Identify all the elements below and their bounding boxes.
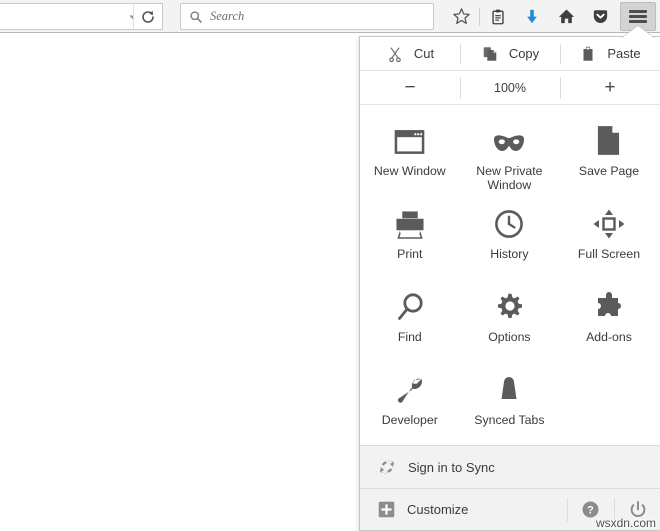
cut-label: Cut bbox=[413, 46, 435, 61]
find-button[interactable]: Find bbox=[360, 276, 460, 359]
pocket-button[interactable] bbox=[583, 2, 617, 32]
fullscreen-arrows-icon bbox=[593, 205, 625, 239]
new-private-window-button[interactable]: New Private Window bbox=[460, 110, 560, 193]
copy-button[interactable]: Copy bbox=[460, 37, 560, 71]
new-window-button[interactable]: New Window bbox=[360, 110, 460, 193]
hamburger-icon bbox=[629, 10, 647, 13]
reload-button[interactable] bbox=[133, 3, 163, 30]
reload-icon bbox=[142, 10, 154, 23]
customize-label: Customize bbox=[407, 502, 469, 517]
full-screen-button[interactable]: Full Screen bbox=[559, 193, 659, 276]
sign-in-to-sync-label: Sign in to Sync bbox=[408, 459, 495, 475]
scissors-icon bbox=[389, 46, 401, 62]
panel-pointer bbox=[622, 26, 654, 38]
zoom-in-label: + bbox=[604, 77, 616, 98]
add-ons-button[interactable]: Add-ons bbox=[559, 276, 659, 359]
sign-in-to-sync-row[interactable]: Sign in to Sync bbox=[360, 445, 660, 488]
search-icon bbox=[190, 10, 202, 23]
address-bar[interactable] bbox=[0, 3, 146, 30]
hamburger-icon-bar bbox=[629, 20, 647, 23]
search-bar[interactable]: Search bbox=[180, 3, 434, 30]
zoom-out-label: − bbox=[404, 77, 416, 98]
customize-button[interactable]: Customize bbox=[378, 501, 468, 518]
magnifier-icon bbox=[396, 288, 424, 322]
save-page-button[interactable]: Save Page bbox=[559, 110, 659, 193]
gear-icon bbox=[494, 288, 524, 322]
copy-icon bbox=[483, 46, 497, 61]
reading-list-button[interactable] bbox=[481, 2, 515, 32]
zoom-reset-button[interactable]: 100% bbox=[460, 71, 560, 105]
options-button[interactable]: Options bbox=[460, 276, 560, 359]
search-input-placeholder[interactable]: Search bbox=[210, 9, 244, 24]
cut-button[interactable]: Cut bbox=[360, 37, 460, 71]
hamburger-icon-bar bbox=[629, 15, 647, 18]
site-watermark: wsxdn.com bbox=[595, 516, 656, 530]
mask-icon bbox=[492, 122, 526, 156]
toolbar-icon-group bbox=[444, 0, 617, 33]
print-label: Print bbox=[397, 247, 423, 261]
download-arrow-icon bbox=[527, 9, 537, 23]
developer-button[interactable]: Developer bbox=[360, 359, 460, 442]
printer-icon bbox=[394, 205, 426, 239]
print-button[interactable]: Print bbox=[360, 193, 460, 276]
options-label: Options bbox=[488, 330, 531, 344]
zoom-row: − 100% + bbox=[360, 71, 660, 105]
toolbar-separator bbox=[479, 7, 480, 26]
menu-grid: New Window New Private Window Save Page … bbox=[360, 105, 660, 442]
downloads-button[interactable] bbox=[515, 2, 549, 32]
document-icon bbox=[596, 122, 621, 156]
synced-tabs-button[interactable]: Synced Tabs bbox=[460, 359, 560, 442]
pocket-icon bbox=[593, 10, 607, 23]
synced-device-icon bbox=[494, 371, 524, 405]
find-label: Find bbox=[397, 330, 422, 344]
history-label: History bbox=[490, 247, 529, 261]
synced-tabs-label: Synced Tabs bbox=[474, 413, 545, 427]
copy-label: Copy bbox=[508, 46, 540, 61]
browser-toolbar: Search bbox=[0, 0, 660, 33]
zoom-in-button[interactable]: + bbox=[560, 71, 660, 105]
zoom-out-button[interactable]: − bbox=[360, 71, 460, 105]
save-page-label: Save Page bbox=[578, 164, 640, 178]
wrench-icon bbox=[395, 371, 425, 405]
window-icon bbox=[394, 122, 425, 156]
svg-text:?: ? bbox=[587, 505, 594, 517]
home-icon bbox=[558, 9, 574, 24]
plus-box-icon bbox=[378, 501, 395, 518]
clipboard-icon bbox=[492, 9, 504, 24]
history-button[interactable]: History bbox=[460, 193, 560, 276]
home-button[interactable] bbox=[549, 2, 583, 32]
star-icon bbox=[452, 8, 470, 24]
clipboard-paste-icon bbox=[583, 46, 593, 61]
full-screen-label: Full Screen bbox=[577, 247, 641, 261]
developer-label: Developer bbox=[381, 413, 438, 427]
new-private-window-label: New Private Window bbox=[476, 164, 543, 192]
clipboard-row: Cut Copy Paste bbox=[360, 37, 660, 71]
clock-icon bbox=[494, 205, 524, 239]
browser-window: Search Cut Copy Paste − 100% + New Windo… bbox=[0, 0, 660, 531]
paste-label: Paste bbox=[607, 46, 641, 61]
sync-icon bbox=[380, 460, 394, 474]
new-window-label: New Window bbox=[373, 164, 446, 178]
zoom-level-label: 100% bbox=[494, 80, 526, 95]
main-menu-panel: Cut Copy Paste − 100% + New Window New P… bbox=[359, 36, 660, 531]
bookmark-star-button[interactable] bbox=[444, 2, 478, 32]
add-ons-label: Add-ons bbox=[586, 330, 632, 344]
paste-button[interactable]: Paste bbox=[560, 37, 660, 71]
puzzle-piece-icon bbox=[594, 288, 624, 322]
